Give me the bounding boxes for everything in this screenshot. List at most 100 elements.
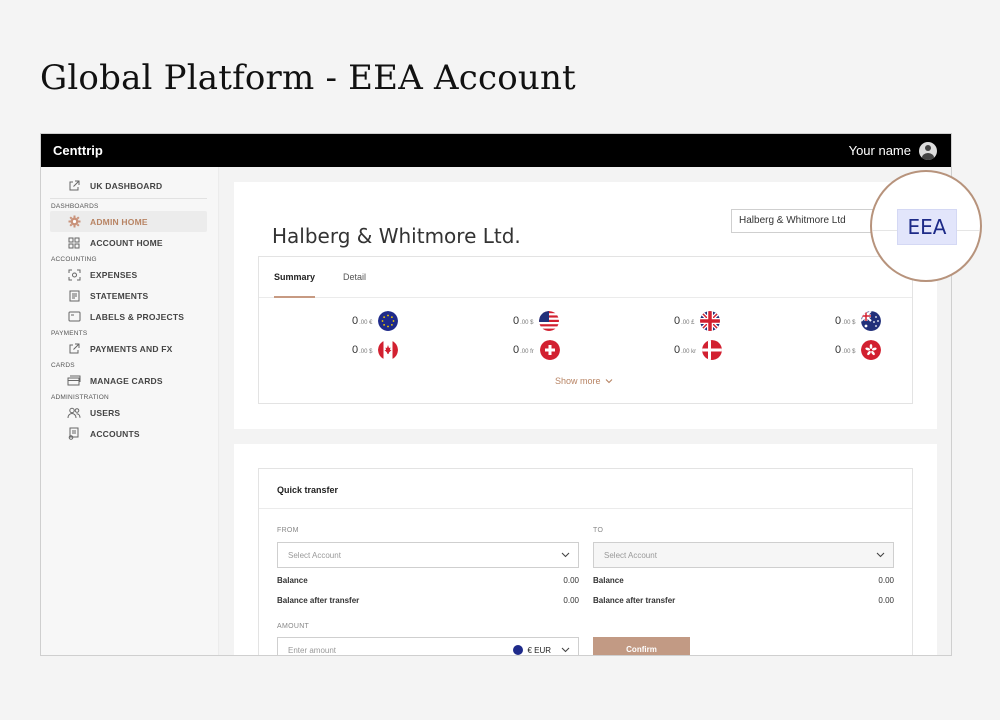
balance-amount: 0.00 kr xyxy=(674,344,696,356)
balances-card: Summary Detail 0.00 € 0.00 $ 0.00 £ 0.00… xyxy=(258,256,913,404)
tab-bar: Summary Detail xyxy=(259,257,912,298)
sidebar-item-users[interactable]: USERS xyxy=(50,402,207,423)
balance-decimal: .00 € xyxy=(359,320,373,326)
sidebar-item-admin-home[interactable]: ADMIN HOME xyxy=(50,211,207,232)
sidebar-item-statements[interactable]: STATEMENTS xyxy=(50,285,207,306)
balance-decimal: .00 fr xyxy=(520,349,534,355)
to-balance-label: Balance xyxy=(593,576,624,585)
confirm-button[interactable]: Confirm xyxy=(593,637,690,655)
balance-hkd[interactable]: 0.00 $ xyxy=(835,340,882,360)
app-window: Centtrip Your name UK DASHBOARD DASHBOAR… xyxy=(40,133,952,656)
to-balance-after-value: 0.00 xyxy=(878,596,894,605)
expenses-icon xyxy=(67,269,81,281)
sidebar: UK DASHBOARD DASHBOARDS ADMIN HOME ACCOU… xyxy=(41,167,219,655)
sidebar-section-cards: CARDS xyxy=(51,362,75,369)
external-link-icon xyxy=(67,343,81,355)
sidebar-item-label: LABELS & PROJECTS xyxy=(90,311,185,322)
quick-transfer-panel: Quick transfer FROM TO Select Account Se… xyxy=(234,444,937,655)
uk-flag-icon xyxy=(700,311,721,331)
external-link-icon xyxy=(67,180,81,192)
sidebar-item-manage-cards[interactable]: MANAGE CARDS xyxy=(50,370,207,391)
sidebar-item-label: ACCOUNT HOME xyxy=(90,237,163,248)
to-balance-value: 0.00 xyxy=(878,576,894,585)
to-account-placeholder: Select Account xyxy=(604,551,657,560)
balance-amount: 0.00 $ xyxy=(835,315,855,327)
sidebar-item-label: MANAGE CARDS xyxy=(90,375,163,386)
tab-detail[interactable]: Detail xyxy=(343,272,366,282)
sidebar-item-label: PAYMENTS AND FX xyxy=(90,343,173,354)
show-more-button[interactable]: Show more xyxy=(555,376,613,386)
balance-whole: 0 xyxy=(352,344,359,356)
chevron-down-icon xyxy=(561,551,570,560)
to-account-select[interactable]: Select Account xyxy=(593,542,894,568)
region-badge: EEA xyxy=(897,209,957,245)
balance-dkk[interactable]: 0.00 kr xyxy=(674,340,723,360)
slide-title: Global Platform - EEA Account xyxy=(40,58,576,98)
balance-gbp[interactable]: 0.00 £ xyxy=(674,311,721,331)
balance-decimal: .00 kr xyxy=(681,349,697,355)
sidebar-item-label: ACCOUNTS xyxy=(90,428,140,439)
sidebar-item-expenses[interactable]: EXPENSES xyxy=(50,264,207,285)
ca-flag-icon xyxy=(378,340,399,360)
users-icon xyxy=(67,407,81,419)
balance-cad[interactable]: 0.00 $ xyxy=(352,340,399,360)
balance-chf[interactable]: 0.00 fr xyxy=(513,340,560,360)
balance-usd[interactable]: 0.00 $ xyxy=(513,311,560,331)
show-more-label: Show more xyxy=(555,376,601,386)
sidebar-item-accounts[interactable]: ACCOUNTS xyxy=(50,423,207,444)
balance-whole: 0 xyxy=(835,344,842,356)
eu-flag-icon xyxy=(378,311,399,331)
from-account-select[interactable]: Select Account xyxy=(277,542,579,568)
balance-decimal: .00 £ xyxy=(681,320,695,326)
accounts-icon xyxy=(67,427,81,440)
from-balance-value: 0.00 xyxy=(563,576,579,585)
sidebar-item-account-home[interactable]: ACCOUNT HOME xyxy=(50,232,207,253)
to-balance-after-label: Balance after transfer xyxy=(593,596,676,605)
currency-value: € EUR xyxy=(527,645,551,655)
main-content: Halberg & Whitmore Ltd. Halberg & Whitmo… xyxy=(219,167,951,655)
sidebar-section-dashboards: DASHBOARDS xyxy=(51,203,99,210)
to-label: TO xyxy=(593,527,604,534)
gear-icon xyxy=(67,215,81,228)
sidebar-section-payments: PAYMENTS xyxy=(51,330,88,337)
tab-summary[interactable]: Summary xyxy=(274,272,315,282)
balance-whole: 0 xyxy=(513,315,520,327)
us-flag-icon xyxy=(539,311,560,331)
balance-whole: 0 xyxy=(835,315,842,327)
from-label: FROM xyxy=(277,527,299,534)
ch-flag-icon xyxy=(539,340,560,360)
balance-eur[interactable]: 0.00 € xyxy=(352,311,399,331)
avatar-icon[interactable] xyxy=(919,141,937,160)
balance-aud[interactable]: 0.00 $ xyxy=(835,311,882,331)
active-tab-indicator xyxy=(274,296,315,298)
sidebar-divider xyxy=(50,198,207,199)
user-menu[interactable]: Your name xyxy=(849,141,937,160)
balance-amount: 0.00 fr xyxy=(513,344,534,356)
currency-select[interactable]: € EUR xyxy=(513,645,570,655)
sidebar-section-accounting: ACCOUNTING xyxy=(51,256,97,263)
dk-flag-icon xyxy=(702,340,723,360)
sidebar-item-label: EXPENSES xyxy=(90,269,138,280)
from-balance-after-label: Balance after transfer xyxy=(277,596,360,605)
from-balance-after-value: 0.00 xyxy=(563,596,579,605)
amount-input[interactable]: Enter amount € EUR xyxy=(277,637,579,655)
amount-placeholder: Enter amount xyxy=(288,646,337,655)
region-zoom-callout: EEA xyxy=(870,170,982,282)
eu-flag-icon xyxy=(513,645,524,655)
balance-amount: 0.00 £ xyxy=(674,315,694,327)
chevron-down-icon xyxy=(561,647,570,653)
chevron-down-icon xyxy=(876,551,885,560)
quick-transfer-card: Quick transfer FROM TO Select Account Se… xyxy=(258,468,913,655)
balance-amount: 0.00 $ xyxy=(352,344,372,356)
quick-transfer-title: Quick transfer xyxy=(259,469,912,509)
balance-amount: 0.00 $ xyxy=(513,315,533,327)
sidebar-item-payments-fx[interactable]: PAYMENTS AND FX xyxy=(50,338,207,359)
brand-logo[interactable]: Centtrip xyxy=(53,143,103,158)
balance-amount: 0.00 $ xyxy=(835,344,855,356)
cards-icon xyxy=(67,375,81,387)
balance-decimal: .00 $ xyxy=(520,320,534,326)
sidebar-item-labels-projects[interactable]: LABELS & PROJECTS xyxy=(50,306,207,327)
sidebar-item-uk-dashboard[interactable]: UK DASHBOARD xyxy=(50,175,207,196)
user-name[interactable]: Your name xyxy=(849,143,911,158)
company-selector[interactable]: Halberg & Whitmore Ltd xyxy=(731,209,878,233)
